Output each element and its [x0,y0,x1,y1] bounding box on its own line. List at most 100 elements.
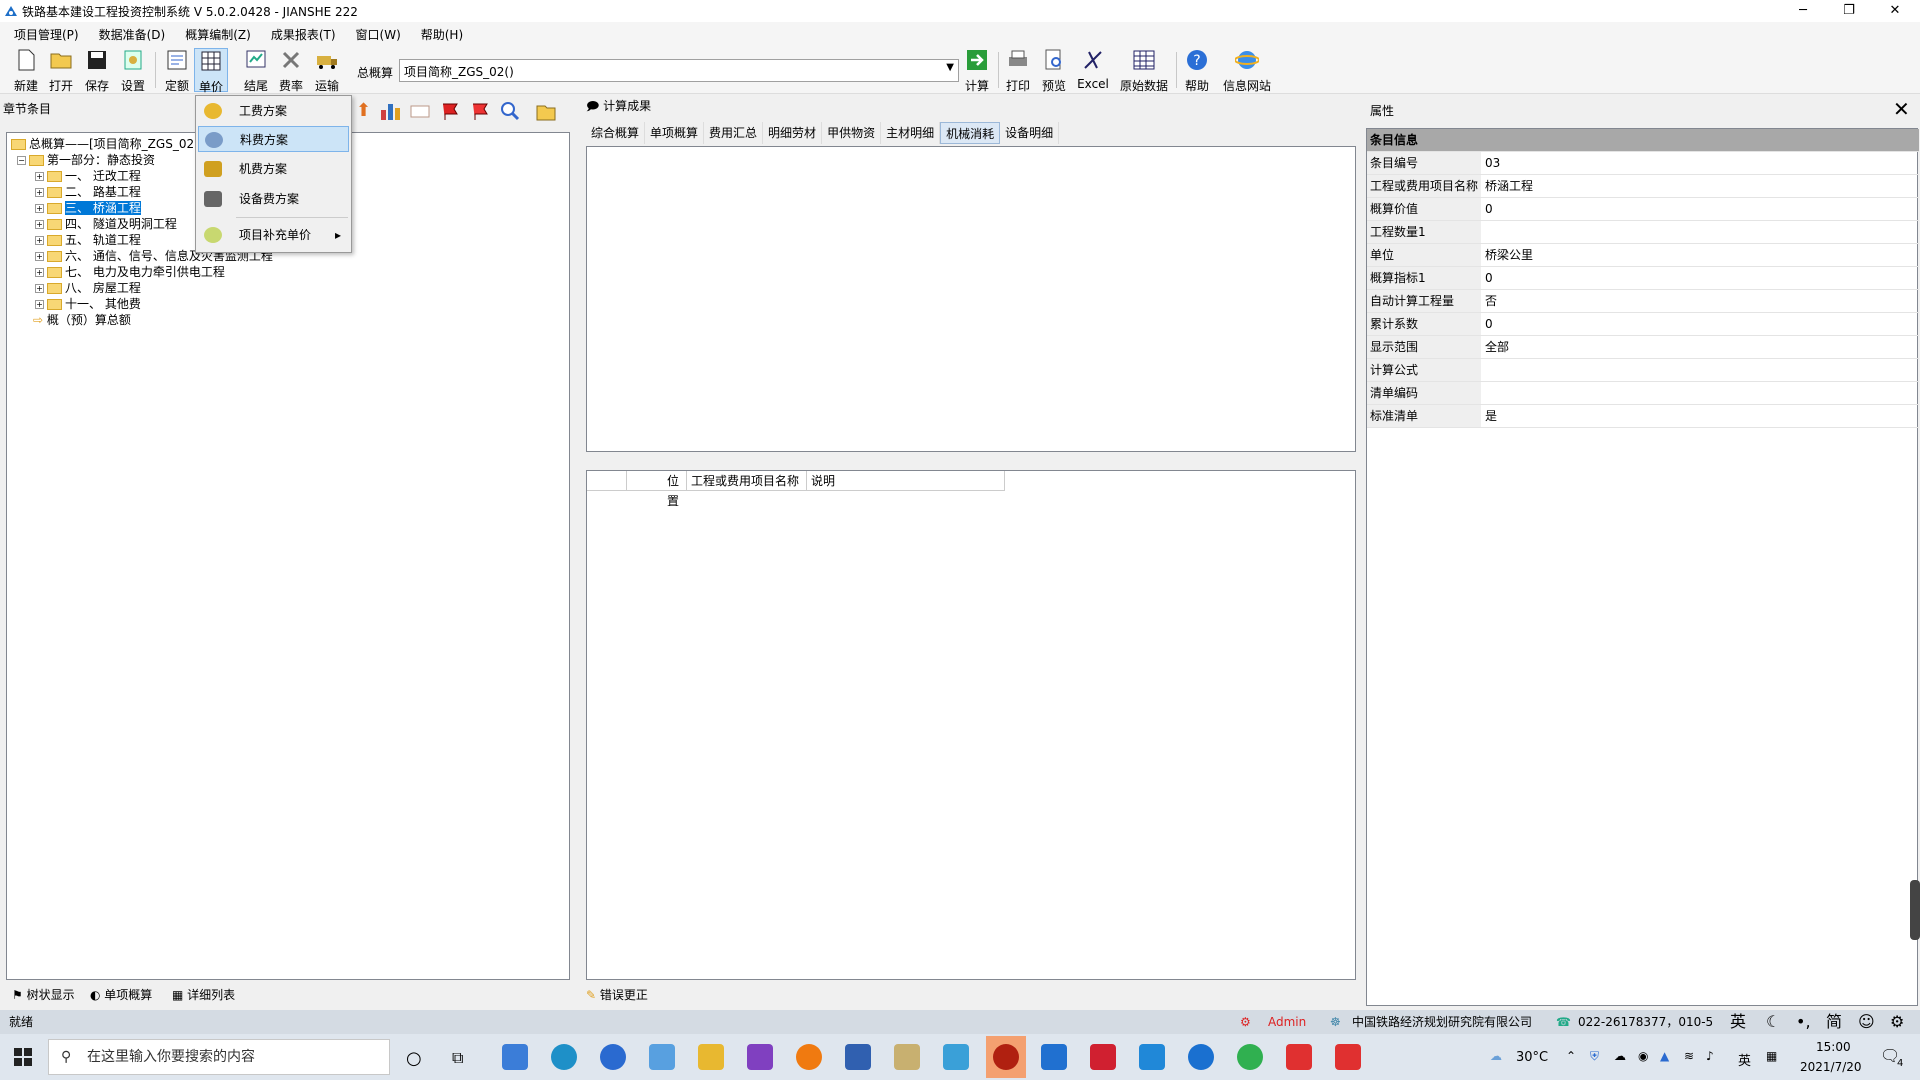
folder-icon[interactable] [535,100,557,122]
project-combo[interactable]: 项目简称_ZGS_02() ▼ [399,59,959,82]
search-app-icon[interactable] [796,1044,822,1070]
app-icon-14[interactable] [1139,1044,1165,1070]
tree-item-subgrade[interactable]: + 二、 路基工程 [35,184,141,200]
open-button[interactable]: 打开 [44,48,78,94]
tab-labor-material[interactable]: 明细劳材 [763,122,823,144]
menu-item-supplement[interactable]: 项目补充单价 ▸ [198,222,349,248]
prop-row[interactable]: 计算公式 [1367,359,1919,382]
side-handle[interactable] [1910,880,1920,940]
edge-icon[interactable] [551,1044,577,1070]
ime-lang[interactable]: 英 [1730,1010,1746,1034]
settings-button[interactable]: 设置 [116,48,150,94]
prop-row[interactable]: 累计系数 0 [1367,313,1919,336]
tray-lang[interactable]: 英 [1738,1050,1751,1069]
prop-row[interactable]: 自动计算工程量 否 [1367,290,1919,313]
app-icon-15[interactable] [1188,1044,1214,1070]
prop-row[interactable]: 条目编号 03 [1367,152,1919,175]
col-name[interactable]: 工程或费用项目名称 [687,471,807,490]
card-icon[interactable] [409,100,431,122]
tab-detail-list[interactable]: ▦ 详细列表 [172,986,235,1003]
qq-icon[interactable]: ◉ [1638,1049,1648,1063]
save-button[interactable]: 保存 [80,48,114,94]
expand-icon[interactable]: + [35,172,44,181]
prop-value[interactable]: 03 [1485,152,1500,175]
cortana-icon[interactable]: ○ [406,1048,422,1069]
app-icon-13[interactable] [1090,1044,1116,1070]
tab-main-material[interactable]: 主材明细 [881,122,941,144]
tree-item-track[interactable]: + 五、 轨道工程 [35,232,141,248]
expand-icon[interactable]: + [35,220,44,229]
app-icon-10[interactable] [943,1044,969,1070]
prop-row[interactable]: 概算价值 0 [1367,198,1919,221]
menu-item-equipment[interactable]: 设备费方案 [198,186,349,212]
prop-value[interactable]: 全部 [1485,336,1509,359]
gear-icon[interactable]: ⚙ [1890,1010,1904,1034]
close-window-button[interactable]: ✕ [1872,0,1918,22]
temperature[interactable]: 30°C [1516,1050,1548,1065]
prop-row[interactable]: 显示范围 全部 [1367,336,1919,359]
red-flag-icon[interactable] [439,100,461,122]
move-up-icon[interactable]: ⬆ [356,100,371,122]
app-icon-3[interactable] [600,1044,626,1070]
tab-comprehensive[interactable]: 综合概算 [586,122,646,144]
prop-value[interactable]: 桥梁公里 [1485,244,1533,267]
app-icon-18[interactable] [1335,1044,1361,1070]
tab-single-estimate[interactable]: ◐ 单项概算 [90,986,152,1003]
app-icon-12[interactable] [1041,1044,1067,1070]
rate-button[interactable]: 费率 [274,48,308,94]
bar-chart-icon[interactable] [379,100,401,122]
clock-date[interactable]: 2021/7/20 [1800,1060,1862,1074]
menu-project[interactable]: 项目管理(P) [4,26,89,43]
windows-start-icon[interactable] [14,1048,32,1066]
cloud-icon[interactable]: ☁ [1614,1049,1626,1063]
menu-item-machine[interactable]: 机费方案 [198,156,349,182]
tab-equipment[interactable]: 设备明细 [1000,122,1060,144]
wifi-icon[interactable]: ≋ [1684,1049,1694,1063]
tab-tree-view[interactable]: ⚑ 树状显示 [12,986,75,1003]
expand-icon[interactable]: + [35,204,44,213]
tray-app-icon[interactable]: ▲ [1660,1049,1669,1063]
menu-data-prep[interactable]: 数据准备(D) [89,26,176,43]
new-button[interactable]: 新建 [9,48,43,94]
app-icon-9[interactable] [894,1044,920,1070]
volume-icon[interactable]: ♪ [1706,1049,1714,1063]
tree-part1[interactable]: − 第一部分：静态投资 [17,152,155,168]
website-button[interactable]: 信息网站 [1220,48,1274,94]
tree-item-bridge[interactable]: + 三、 桥涵工程 [35,200,141,216]
moon-icon[interactable]: ☾ [1766,1010,1780,1034]
unit-price-button[interactable]: 单价 [194,48,228,94]
raw-data-button[interactable]: 原始数据 [1117,48,1171,94]
active-app-bg[interactable] [986,1036,1026,1078]
task-view-icon[interactable]: ⧉ [452,1048,463,1068]
expand-icon[interactable]: + [35,236,44,245]
menu-help[interactable]: 帮助(H) [411,26,473,43]
tray-chevron-icon[interactable]: ⌃ [1566,1049,1576,1063]
tab-single[interactable]: 单项概算 [645,122,705,144]
col-position[interactable]: 位置 [627,471,687,508]
excel-button[interactable]: Excel [1074,48,1112,91]
tree-root[interactable]: 总概算——[项目简称_ZGS_02()] [11,136,208,152]
red-flag2-icon[interactable] [469,100,491,122]
expand-icon[interactable]: + [35,252,44,261]
prop-value[interactable]: 0 [1485,313,1493,336]
tree-item-power[interactable]: + 七、 电力及电力牵引供电工程 [35,264,225,280]
calculate-button[interactable]: 计算 [960,48,994,94]
menu-reports[interactable]: 成果报表(T) [261,26,346,43]
wechat-icon[interactable] [1237,1044,1263,1070]
quota-button[interactable]: 定额 [160,48,194,94]
visual-studio-icon[interactable] [747,1044,773,1070]
prop-row[interactable]: 概算指标1 0 [1367,267,1919,290]
transport-button[interactable]: 运输 [310,48,344,94]
prop-row[interactable]: 工程或费用项目名称 桥涵工程 [1367,175,1919,198]
print-button[interactable]: 打印 [1001,48,1035,94]
prop-value[interactable]: 是 [1485,405,1497,428]
finish-button[interactable]: 结尾 [239,48,273,94]
collapse-icon[interactable]: − [17,156,26,165]
tree-item-other[interactable]: + 十一、 其他费 [35,296,141,312]
close-icon[interactable]: ✕ [1893,97,1910,121]
prop-row[interactable]: 清单编码 [1367,382,1919,405]
app-icon-4[interactable] [649,1044,675,1070]
error-fix-tab[interactable]: ✎ 错误更正 [586,986,648,1003]
menu-window[interactable]: 窗口(W) [346,26,411,43]
maximize-button[interactable]: ❐ [1826,0,1872,22]
